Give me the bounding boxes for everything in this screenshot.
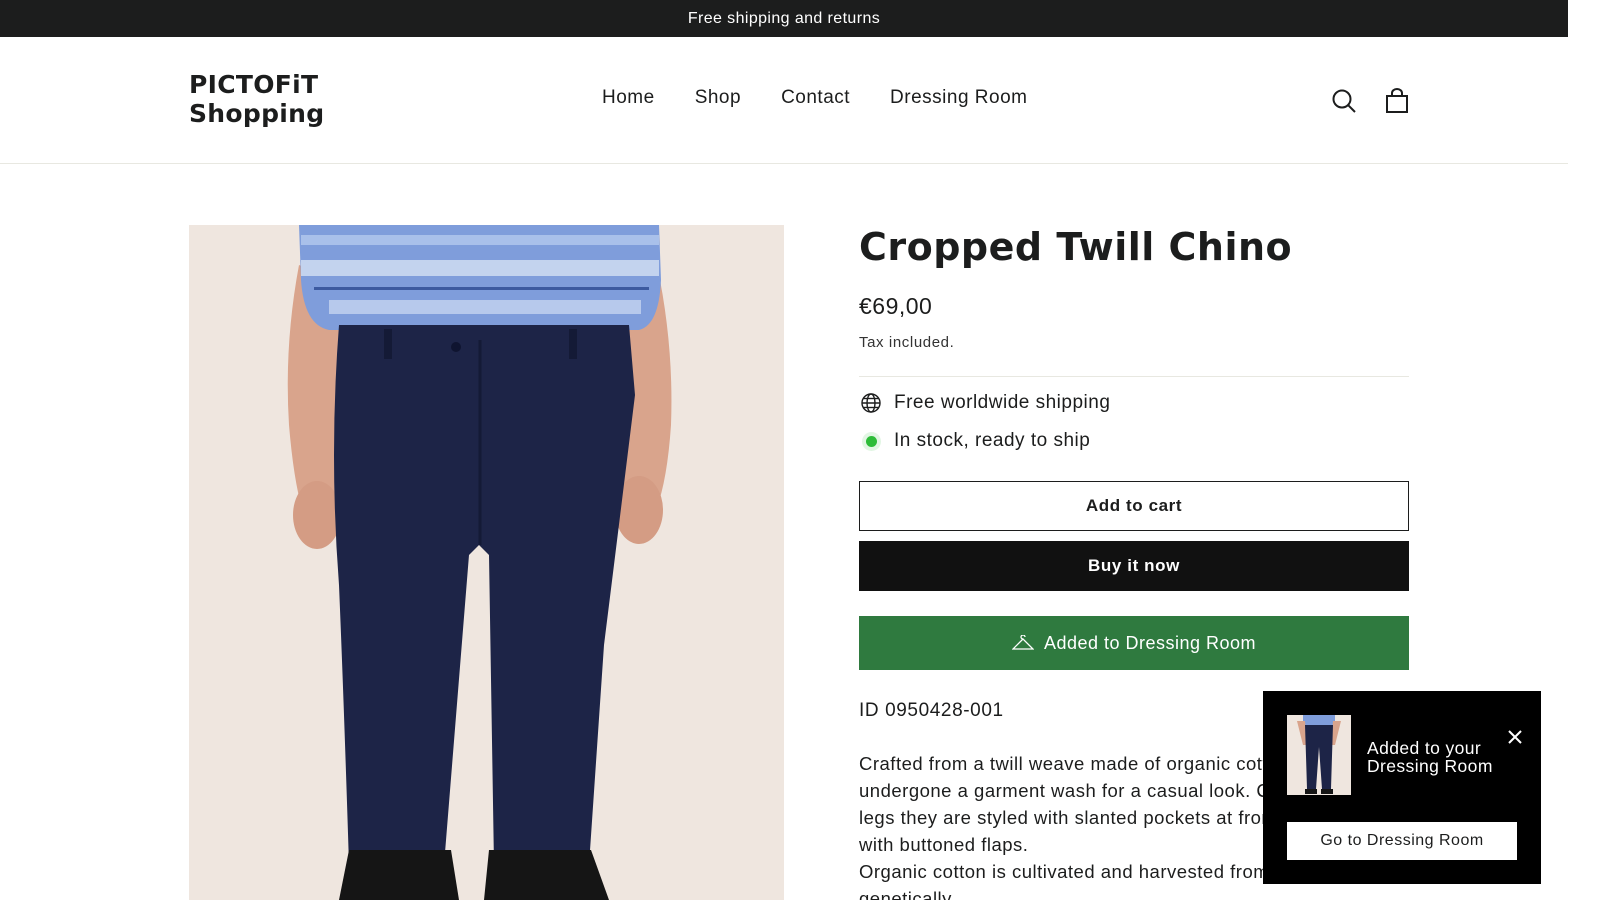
tax-note: Tax included. [859, 334, 955, 351]
page-scrollbar[interactable] [1568, 0, 1600, 900]
search-icon[interactable] [1330, 87, 1358, 115]
feature-shipping: Free worldwide shipping [859, 391, 1409, 415]
add-to-cart-button[interactable]: Add to cart [859, 481, 1409, 531]
product-image[interactable] [189, 225, 784, 900]
globe-icon [859, 391, 883, 415]
divider [859, 376, 1409, 377]
feature-shipping-text: Free worldwide shipping [894, 392, 1111, 413]
nav-shop[interactable]: Shop [695, 87, 741, 109]
logo-line-1: PICTOFiT [189, 70, 319, 99]
toast-product-thumbnail [1287, 715, 1351, 795]
in-stock-dot-icon [859, 429, 883, 453]
main-nav: Home Shop Contact Dressing Room [602, 87, 1027, 109]
buy-now-button[interactable]: Buy it now [859, 541, 1409, 591]
store-logo[interactable]: PICTOFiT Shopping [189, 70, 324, 128]
site-header: PICTOFiT Shopping Home Shop Contact Dres… [0, 37, 1568, 164]
nav-dressing-room[interactable]: Dressing Room [890, 87, 1027, 109]
product-title: Cropped Twill Chino [859, 225, 1293, 269]
announcement-bar: Free shipping and returns [0, 0, 1568, 37]
toast-line-1: Added to your [1367, 738, 1482, 758]
product-price: €69,00 [859, 293, 933, 319]
feature-stock: In stock, ready to ship [859, 429, 1409, 453]
product-model-illustration [189, 225, 784, 900]
hanger-icon [1011, 635, 1034, 651]
nav-contact[interactable]: Contact [781, 87, 850, 109]
go-to-dressing-room-button[interactable]: Go to Dressing Room [1287, 822, 1517, 860]
dressing-room-status: Added to Dressing Room [1043, 632, 1257, 653]
header-actions [1330, 87, 1411, 115]
feature-stock-text: In stock, ready to ship [894, 430, 1091, 451]
cart-icon[interactable] [1383, 87, 1411, 115]
close-icon[interactable] [1505, 727, 1525, 747]
logo-line-2: Shopping [189, 99, 325, 128]
dressing-room-button[interactable]: Added to Dressing Room [859, 616, 1409, 670]
toast-line-2: Dressing Room [1367, 756, 1493, 776]
announcement-text: Free shipping and returns [687, 9, 881, 27]
toast-message: Added to your Dressing Room [1367, 739, 1493, 775]
dressing-room-toast: Added to your Dressing Room Go to Dressi… [1263, 691, 1541, 884]
nav-home[interactable]: Home [602, 87, 655, 109]
